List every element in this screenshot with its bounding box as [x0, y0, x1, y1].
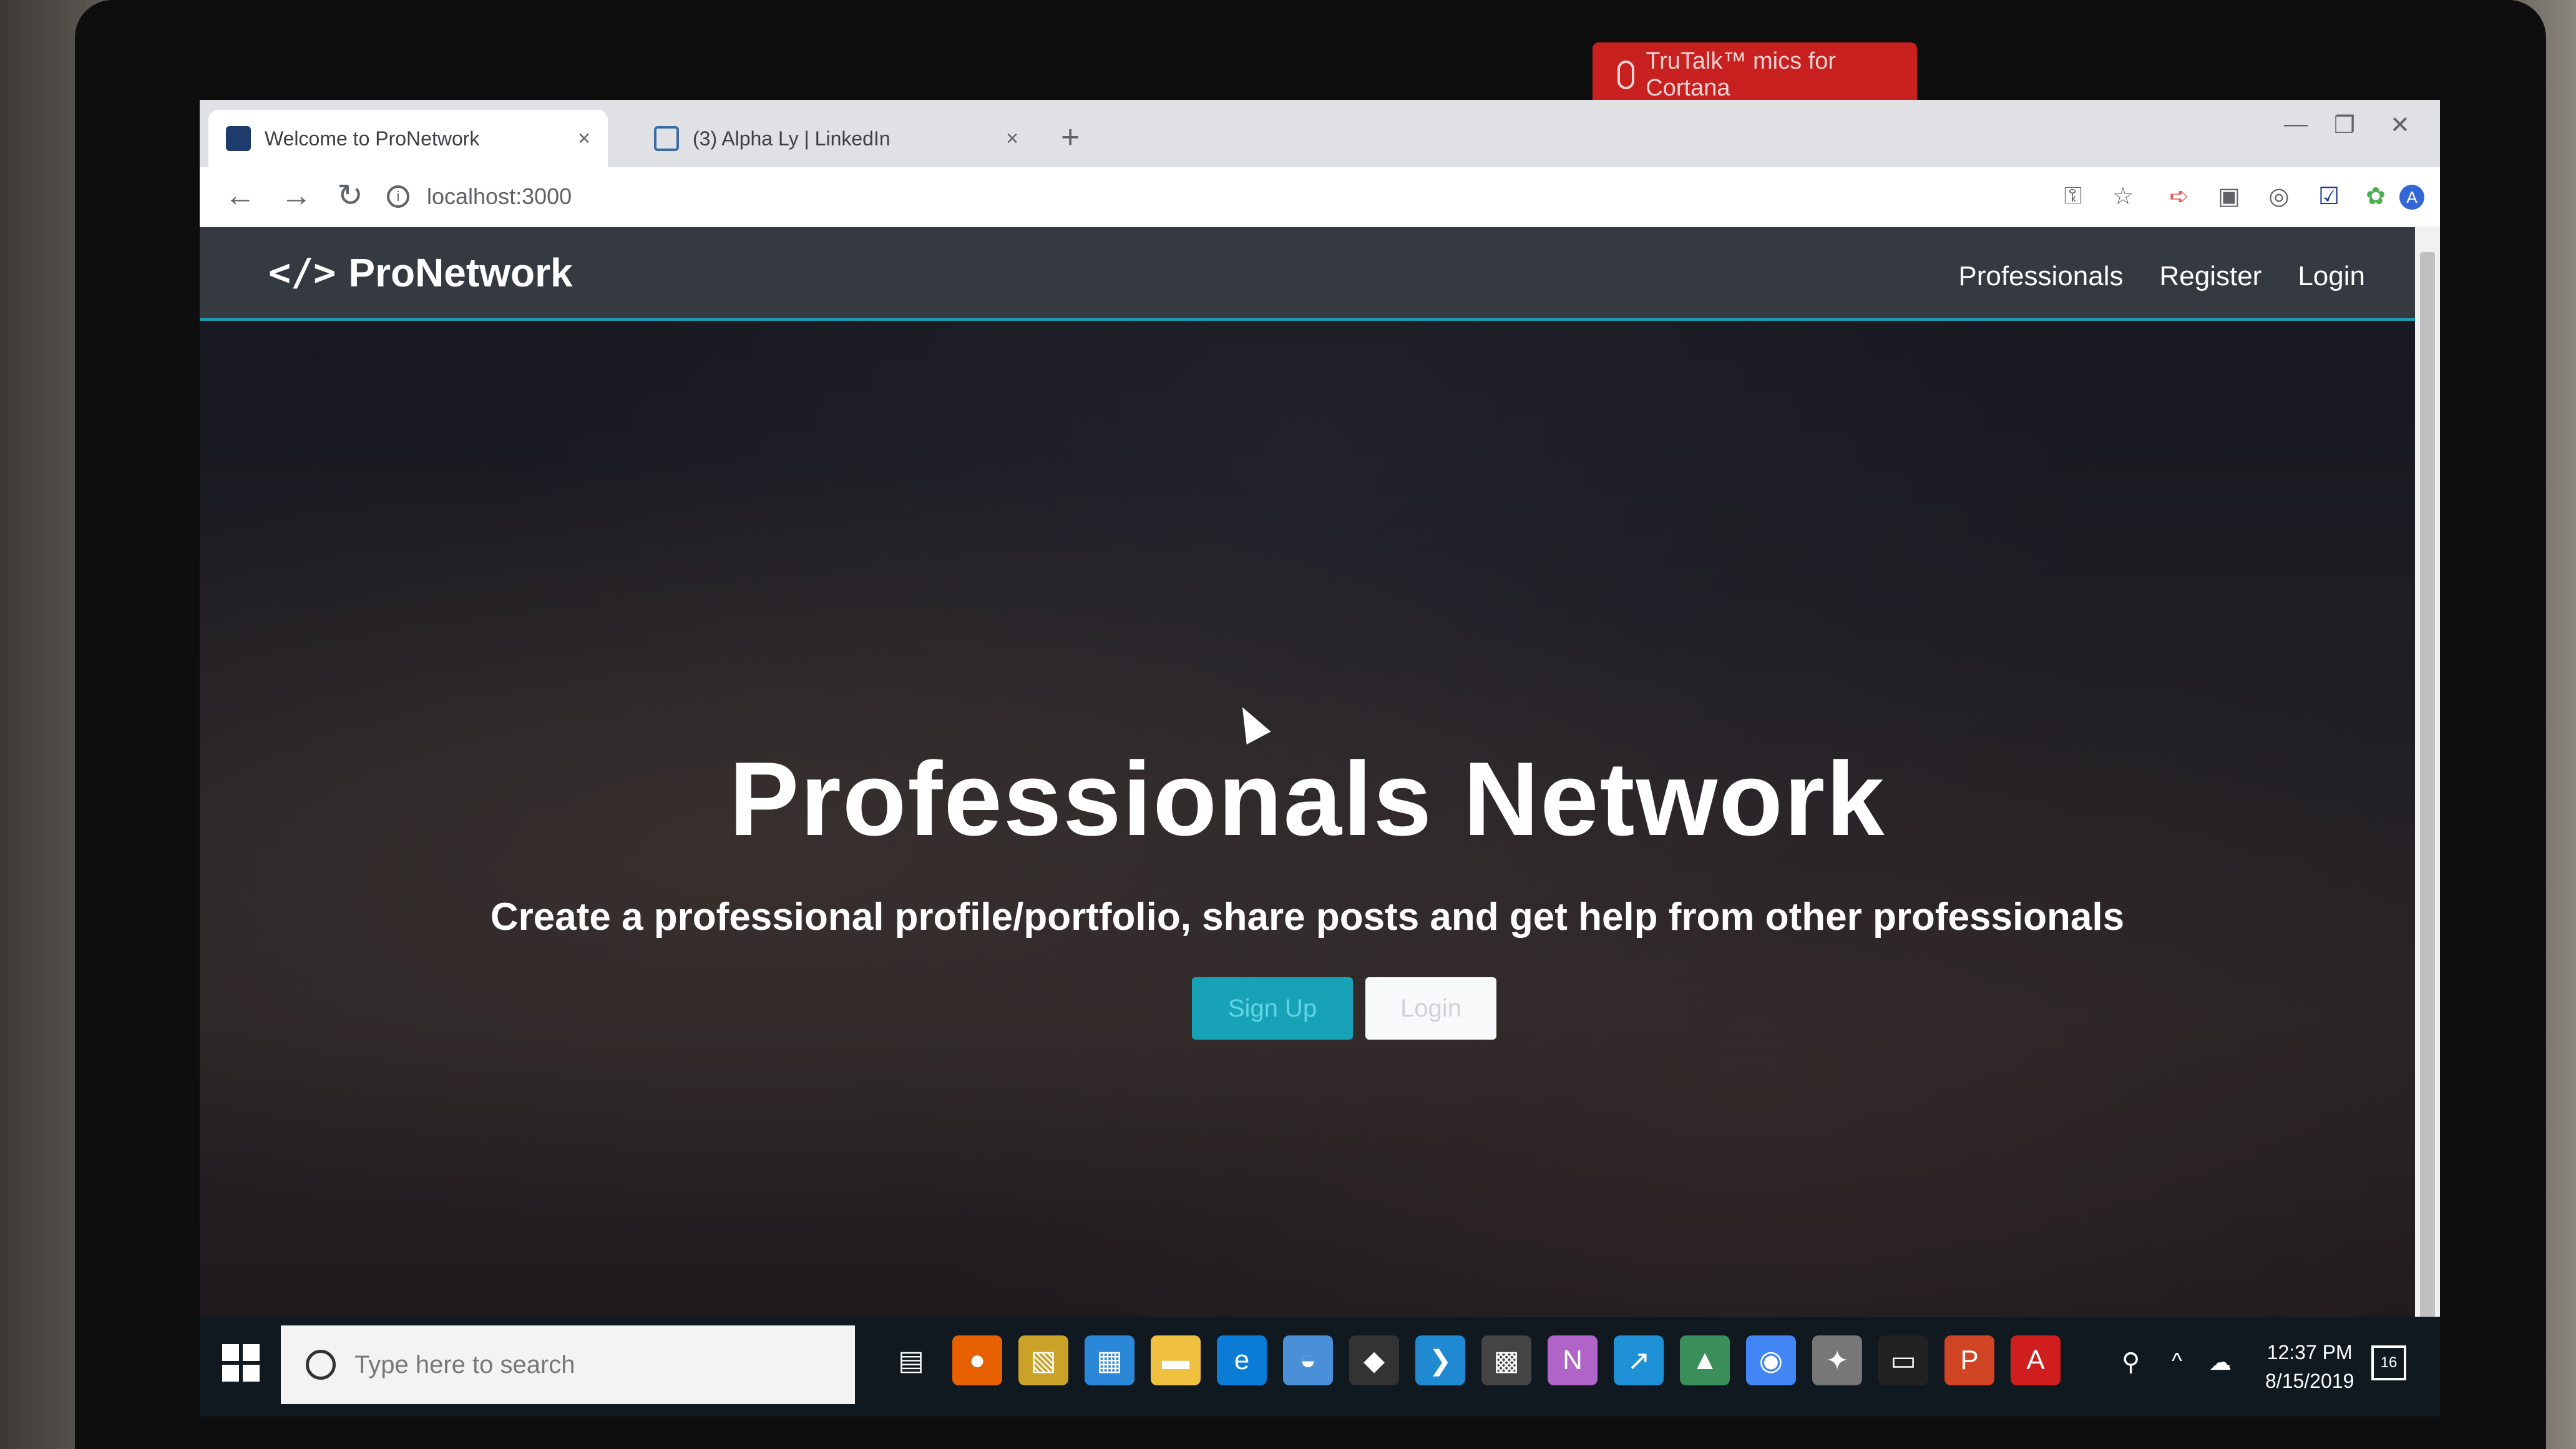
pinned-apps: ▤ ● ▧ ▦ ▬ e ◒ ◆ ❯ ▩ N ↗ ▲ ◉ ✦ ▭ P A: [886, 1335, 2061, 1385]
address-text: localhost:3000: [427, 183, 572, 209]
signup-button[interactable]: Sign Up: [1192, 977, 1353, 1040]
restore-icon[interactable]: ❐: [2334, 111, 2355, 139]
task-view-icon[interactable]: ▤: [886, 1335, 936, 1385]
action-center-icon[interactable]: 16: [2371, 1345, 2406, 1380]
file-explorer-icon[interactable]: ▬: [1151, 1335, 1201, 1385]
webpage: </> ProNetwork Professionals Register Lo…: [200, 227, 2415, 1357]
tab-close-icon[interactable]: ×: [1006, 127, 1018, 151]
android-icon[interactable]: ▲: [1680, 1335, 1730, 1385]
nav-login-link[interactable]: Login: [2298, 261, 2365, 292]
app-settings-icon[interactable]: ✦: [1812, 1335, 1862, 1385]
nav-register-link[interactable]: Register: [2159, 261, 2261, 292]
profile-avatar[interactable]: A: [2399, 185, 2424, 210]
hero-subtitle: Create a professional profile/portfolio,…: [490, 895, 2125, 939]
brand-logo[interactable]: </> ProNetwork: [268, 250, 573, 296]
edge-icon[interactable]: e: [1217, 1335, 1267, 1385]
tray-chevron-up-icon[interactable]: ^: [2172, 1348, 2182, 1374]
linkedin-favicon-icon: [654, 126, 679, 151]
clock-date: 8/15/2019: [2265, 1370, 2354, 1392]
code-icon: </>: [268, 251, 336, 295]
movies-icon[interactable]: ▩: [1481, 1335, 1531, 1385]
taskbar-search-input[interactable]: Type here to search: [281, 1325, 855, 1404]
site-info-icon[interactable]: i: [387, 185, 409, 208]
tab-welcome[interactable]: Welcome to ProNetwork ×: [208, 110, 608, 167]
vscode-icon[interactable]: ❯: [1415, 1335, 1465, 1385]
people-icon[interactable]: ⚲: [2122, 1348, 2140, 1377]
clock-time: 12:37 PM: [2266, 1341, 2353, 1364]
browser-tab-bar: Welcome to ProNetwork × (3) Alpha Ly | L…: [200, 100, 2440, 167]
windows-taskbar: Type here to search ▤ ● ▧ ▦ ▬ e ◒ ◆ ❯ ▩ N ↗ ▲ ◉ ✦ ▭ P A ⚲…: [200, 1317, 2440, 1417]
site-navbar: </> ProNetwork Professionals Register Lo…: [200, 227, 2415, 321]
acrobat-icon[interactable]: A: [2011, 1335, 2061, 1385]
hero-title: Professionals Network: [729, 740, 1886, 857]
key-icon[interactable]: ⚿: [2059, 182, 2087, 210]
extension-circle-icon[interactable]: ◎: [2265, 182, 2293, 210]
scrollbar-thumb[interactable]: [2420, 252, 2435, 1325]
windows-start-icon[interactable]: [222, 1344, 260, 1382]
cortana-circle-icon: [306, 1350, 336, 1380]
extension-arrow-icon[interactable]: ➪: [2165, 182, 2193, 210]
page-scrollbar[interactable]: [2415, 227, 2440, 1357]
login-button[interactable]: Login: [1365, 977, 1496, 1040]
reload-icon[interactable]: ↻: [337, 177, 363, 213]
onedrive-cloud-icon[interactable]: ☁: [2209, 1349, 2232, 1375]
cortana-mic-sticker: TruTalk™ mics for Cortana: [1593, 42, 1917, 107]
onenote-icon[interactable]: N: [1548, 1335, 1598, 1385]
chrome-icon[interactable]: ◉: [1746, 1335, 1796, 1385]
notes-icon[interactable]: ▧: [1018, 1335, 1068, 1385]
disc-icon[interactable]: ◒: [1283, 1335, 1333, 1385]
monitor-screen: Welcome to ProNetwork × (3) Alpha Ly | L…: [200, 100, 2440, 1417]
extension-acrobat-icon[interactable]: ▣: [2215, 182, 2243, 210]
forward-arrow-icon[interactable]: →: [281, 177, 312, 213]
minimize-icon[interactable]: —: [2284, 111, 2308, 138]
teams-icon[interactable]: ↗: [1614, 1335, 1664, 1385]
tab-title: (3) Alpha Ly | LinkedIn: [693, 127, 890, 150]
back-arrow-icon[interactable]: ←: [225, 177, 256, 213]
address-bar[interactable]: i localhost:3000: [387, 176, 1984, 217]
pronetwork-favicon-icon: [226, 126, 251, 151]
tab-close-icon[interactable]: ×: [578, 127, 590, 151]
store-icon[interactable]: ▦: [1085, 1335, 1134, 1385]
hero-buttons: Sign Up Login: [1192, 977, 1496, 1040]
brand-name: ProNetwork: [348, 250, 573, 295]
extension-leaf-icon[interactable]: ✿: [2362, 182, 2389, 210]
powerpoint-icon[interactable]: P: [1944, 1335, 1994, 1385]
firefox-icon[interactable]: ●: [952, 1335, 1002, 1385]
new-tab-button[interactable]: +: [1061, 119, 1080, 156]
terminal-icon[interactable]: ▭: [1878, 1335, 1928, 1385]
search-placeholder: Type here to search: [354, 1350, 575, 1378]
tab-title: Welcome to ProNetwork: [265, 127, 480, 150]
extension-check-icon[interactable]: ☑: [2315, 182, 2343, 210]
microphone-icon: [1617, 61, 1635, 89]
window-close-icon[interactable]: ✕: [2390, 111, 2410, 139]
cortana-sticker-text: TruTalk™ mics for Cortana: [1646, 48, 1837, 101]
nav-professionals-link[interactable]: Professionals: [1958, 261, 2123, 292]
git-icon[interactable]: ◆: [1349, 1335, 1399, 1385]
nav-links: Professionals Register Login: [1958, 261, 2365, 292]
bookmark-star-icon[interactable]: ☆: [2109, 182, 2137, 210]
taskbar-clock[interactable]: 12:37 PM 8/15/2019: [2265, 1338, 2354, 1395]
tab-linkedin[interactable]: (3) Alpha Ly | LinkedIn ×: [637, 110, 1036, 167]
browser-toolbar: ← → ↻ i localhost:3000 ⚿ ☆ ➪ ▣ ◎ ☑ ✿ A: [200, 167, 2440, 228]
